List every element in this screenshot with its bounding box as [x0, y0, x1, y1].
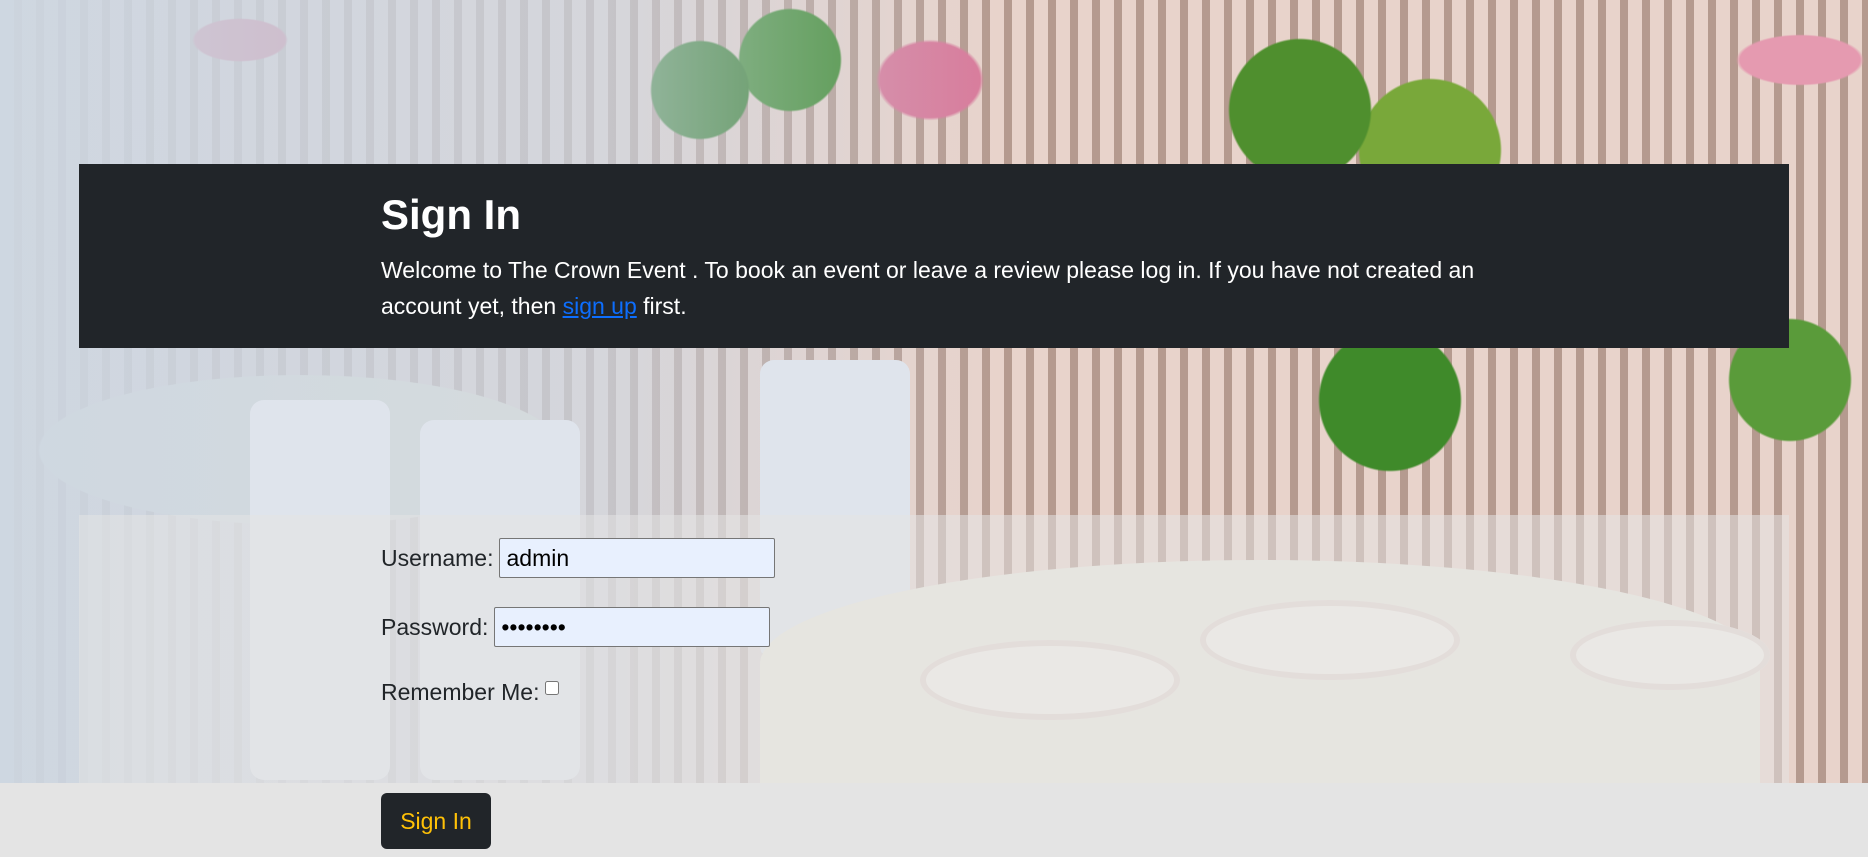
sign-up-link[interactable]: sign up: [563, 293, 637, 319]
password-input[interactable]: [494, 607, 771, 647]
username-input[interactable]: [499, 538, 776, 578]
intro-text-after-link: first.: [636, 293, 687, 319]
username-row: Username:: [381, 538, 776, 578]
password-label: Password:: [381, 613, 489, 640]
remember-row: Remember Me:: [381, 679, 560, 706]
username-label: Username:: [381, 544, 494, 571]
login-form: Username: Password: Remember Me: Sign In: [79, 515, 1789, 849]
remember-label: Remember Me:: [381, 679, 540, 705]
remember-checkbox[interactable]: [545, 680, 560, 695]
intro-text: Welcome to The Crown Event . To book an …: [381, 252, 1521, 324]
sign-in-header: Sign In Welcome to The Crown Event . To …: [79, 164, 1789, 348]
intro-text-before-link: Welcome to The Crown Event . To book an …: [381, 257, 1475, 319]
page-title: Sign In: [381, 191, 521, 238]
password-row: Password:: [381, 607, 771, 647]
sign-in-button[interactable]: Sign In: [381, 793, 491, 849]
